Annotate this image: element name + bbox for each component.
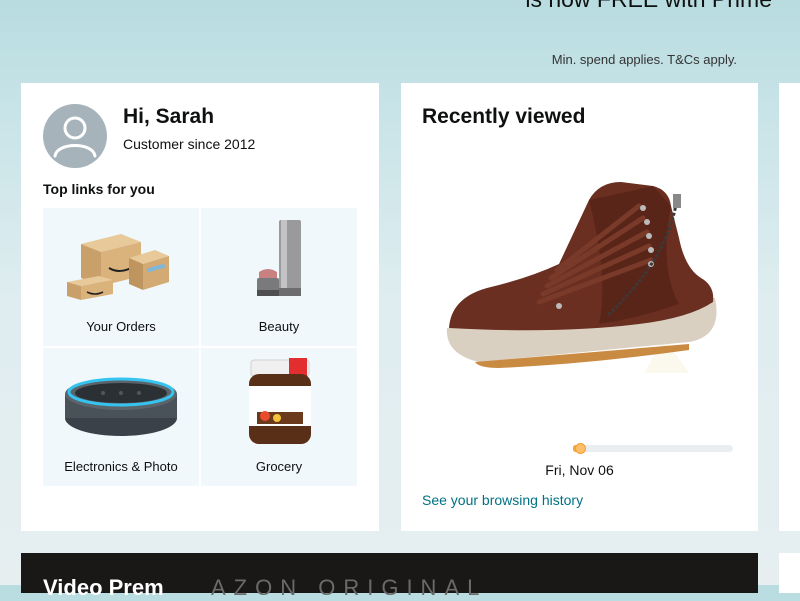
ankle-boot-icon[interactable] [439, 178, 729, 403]
tile-grocery[interactable]: Grocery [201, 348, 357, 486]
carousel-progress-track[interactable] [573, 443, 733, 454]
tile-electronics-photo[interactable]: Electronics & Photo [43, 348, 199, 486]
top-links-heading: Top links for you [43, 181, 155, 197]
recently-viewed-card: Recently viewed Fri, Nov 06 See your bro… [401, 83, 758, 531]
recently-viewed-title: Recently viewed [422, 105, 586, 128]
avatar[interactable] [43, 104, 107, 168]
lipstick-icon [257, 220, 301, 296]
tile-your-orders[interactable]: Your Orders [43, 208, 199, 346]
account-card: Hi, Sarah Customer since 2012 Top links … [21, 83, 379, 531]
viewed-date: Fri, Nov 06 [545, 462, 614, 478]
boxes-icon [67, 234, 169, 300]
tile-label: Electronics & Photo [64, 459, 178, 474]
greeting: Hi, Sarah [123, 105, 215, 128]
next-card-edge [779, 83, 800, 531]
next-promo-edge [779, 553, 800, 593]
carousel-progress-handle[interactable] [574, 443, 586, 454]
prime-video-promo[interactable]: Video Prem AZON ORIGINAL [21, 553, 758, 600]
promo-subtitle: AZON ORIGINAL [211, 575, 488, 600]
tile-label: Your Orders [86, 319, 156, 334]
promo-title: Video Prem [43, 575, 164, 600]
customer-since: Customer since 2012 [123, 136, 256, 152]
spread-jar-icon [249, 358, 311, 444]
user-icon [53, 116, 97, 158]
hero-title: is now FREE with Prime [525, 0, 772, 13]
tile-label: Grocery [255, 459, 303, 474]
smart-speaker-icon [65, 377, 177, 436]
tile-beauty[interactable]: Beauty [201, 208, 357, 346]
browsing-history-link[interactable]: See your browsing history [422, 492, 583, 508]
hero-terms-note: Min. spend applies. T&Cs apply. [551, 52, 737, 67]
tile-label: Beauty [258, 319, 300, 334]
